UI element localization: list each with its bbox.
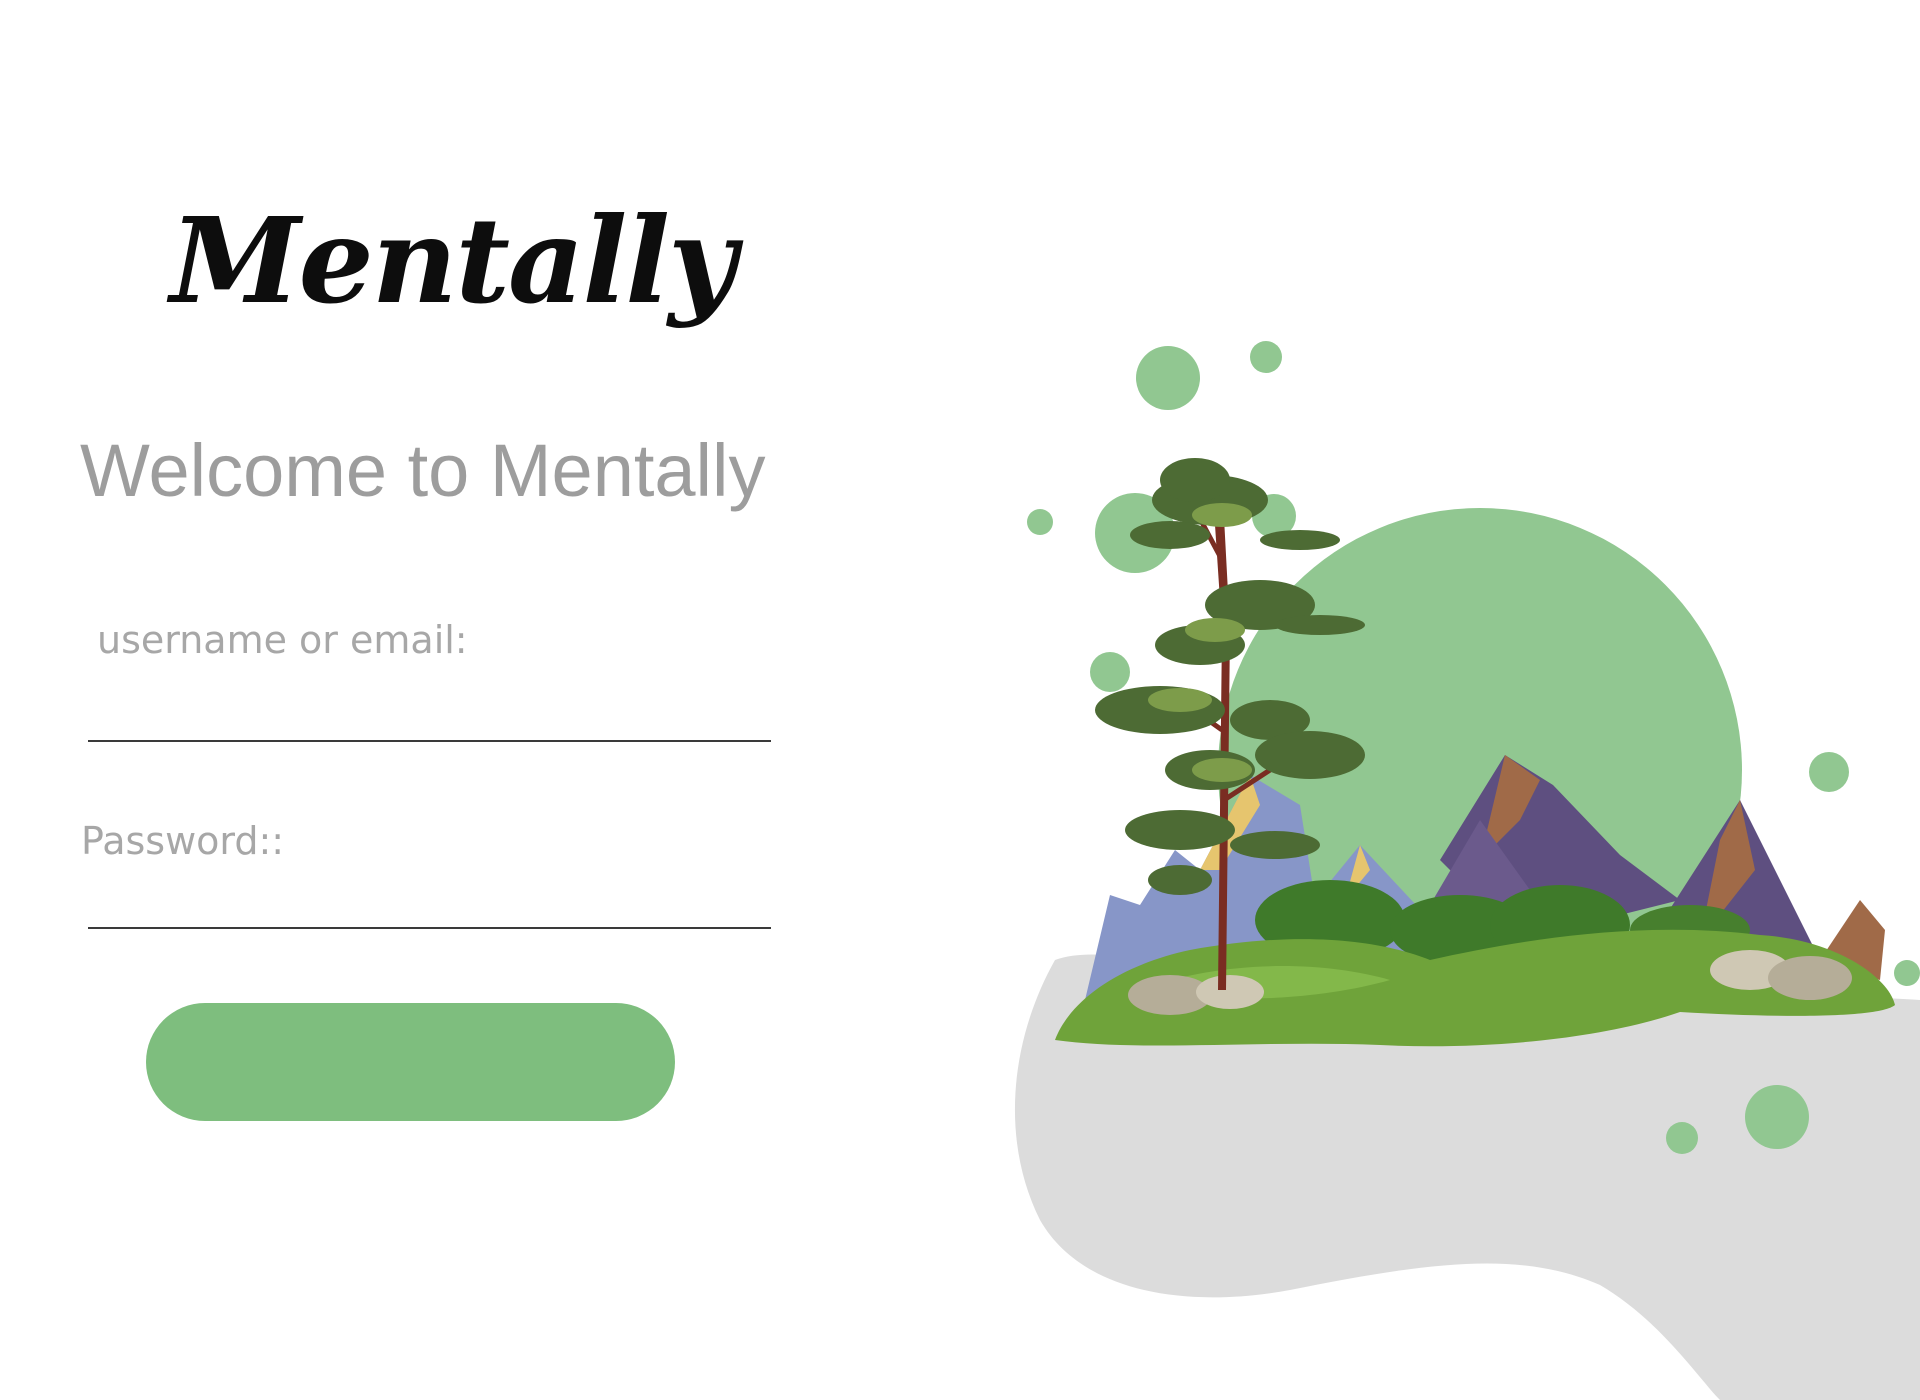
- app-logo: Mentally: [170, 191, 737, 330]
- welcome-heading: Welcome to Mentally: [80, 429, 766, 512]
- bubble: [1027, 509, 1053, 535]
- bubble: [1809, 752, 1849, 792]
- username-input[interactable]: [88, 686, 771, 742]
- bubble: [1090, 652, 1130, 692]
- bubble: [1666, 1122, 1698, 1154]
- nature-landscape-illustration: [960, 300, 1920, 1400]
- password-input[interactable]: [88, 873, 771, 929]
- rock: [1768, 956, 1852, 1000]
- password-label: Password::: [81, 819, 285, 863]
- bubble: [1745, 1085, 1809, 1149]
- bubble: [1136, 346, 1200, 410]
- login-button[interactable]: [146, 1003, 675, 1121]
- bubble: [1250, 341, 1282, 373]
- username-label: username or email:: [97, 618, 468, 662]
- rock: [1196, 975, 1264, 1009]
- bubble: [1894, 960, 1920, 986]
- login-panel: Mentally Welcome to Mentally username or…: [0, 0, 900, 1400]
